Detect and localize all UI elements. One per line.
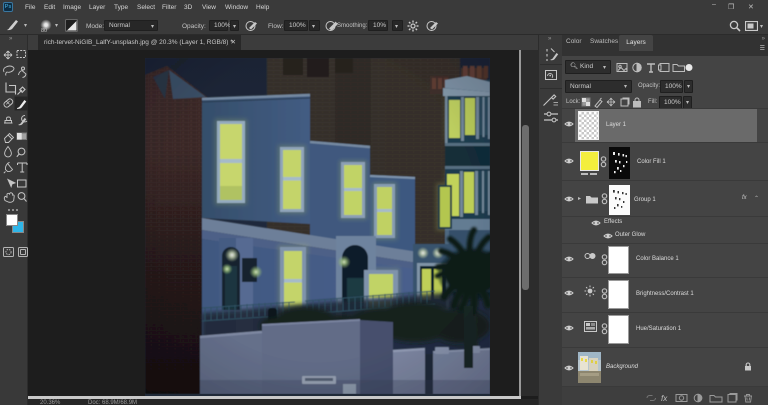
svg-text:fx: fx (661, 394, 668, 403)
